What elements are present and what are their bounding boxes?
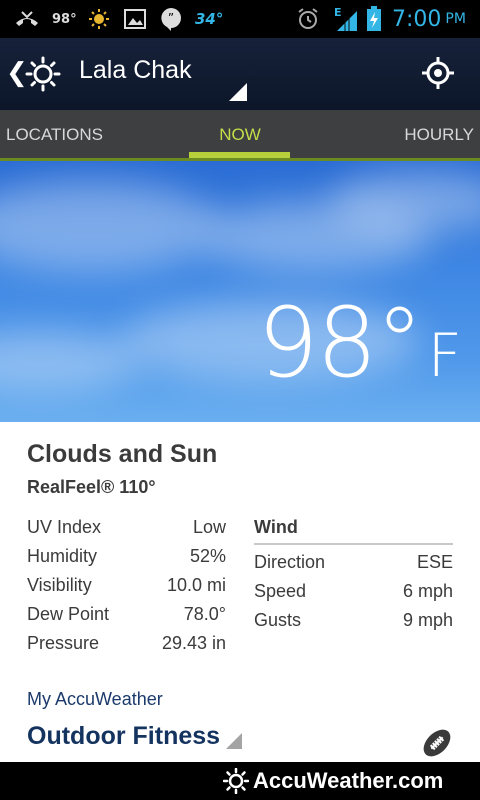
condition-text: Clouds and Sun: [27, 440, 218, 468]
pressure-label: Pressure: [27, 633, 100, 653]
football-icon: [423, 729, 451, 757]
humidity-label: Humidity: [27, 546, 98, 566]
temperature-value: 98°: [257, 287, 423, 399]
wind-heading: Wind: [254, 517, 298, 537]
status-clock: 7:00 PM: [392, 0, 466, 38]
wind-speed-label: Speed: [254, 581, 307, 601]
accuweather-brand-text[interactable]: AccuWeather.com: [253, 768, 443, 794]
wind-speed-value: 6 mph: [402, 581, 453, 601]
tab-locations[interactable]: LOCATIONS: [6, 110, 103, 160]
clock-ampm: PM: [445, 11, 466, 27]
network-type-label: E: [334, 6, 342, 19]
gps-locate-icon[interactable]: [421, 56, 455, 90]
location-dropdown-indicator-icon[interactable]: [229, 83, 247, 101]
uv-index-label: UV Index: [27, 517, 102, 537]
missed-call-icon: [14, 0, 40, 38]
uv-index-value: Low: [192, 517, 226, 537]
status-temperature: 98°: [52, 11, 77, 27]
wind-direction-value: ESE: [416, 552, 453, 572]
signal-icon: E: [333, 0, 361, 38]
alarm-icon: [296, 0, 320, 38]
action-bar: ❮ Lala Chak: [0, 38, 480, 110]
activity-selector[interactable]: Outdoor Fitness: [27, 722, 220, 751]
temperature-unit: F: [427, 321, 462, 391]
realfeel-text: RealFeel® 110°: [27, 477, 156, 497]
dew-point-value: 78.0°: [183, 604, 226, 624]
current-temperature: 98° F: [257, 295, 462, 391]
humidity-value: 52%: [189, 546, 226, 566]
image-icon: [124, 0, 146, 38]
battery-charging-icon: [366, 0, 382, 38]
status-temperature-secondary: 34°: [195, 10, 224, 28]
location-title[interactable]: Lala Chak: [79, 56, 192, 85]
wind-gusts-label: Gusts: [254, 610, 302, 630]
visibility-label: Visibility: [27, 575, 92, 595]
sun-icon: [88, 0, 110, 38]
svg-text:”: ”: [168, 11, 174, 25]
wind-gusts-value: 9 mph: [402, 610, 453, 630]
pressure-value: 29.43 in: [161, 633, 226, 653]
status-bar: 98° ” 34° E 7:00 PM: [0, 0, 480, 38]
dew-point-label: Dew Point: [27, 604, 110, 624]
wind-direction-label: Direction: [254, 552, 326, 572]
wind-divider: [254, 543, 453, 545]
accuweather-logo-icon: [223, 768, 249, 794]
tab-hourly[interactable]: HOURLY: [404, 110, 474, 160]
hangouts-icon: ”: [160, 0, 182, 38]
my-accuweather-heading: My AccuWeather: [27, 689, 163, 709]
app-sun-icon[interactable]: [25, 56, 61, 92]
activity-dropdown-indicator-icon[interactable]: [226, 733, 242, 749]
visibility-value: 10.0 mi: [166, 575, 226, 595]
clock-time: 7:00: [392, 6, 442, 32]
